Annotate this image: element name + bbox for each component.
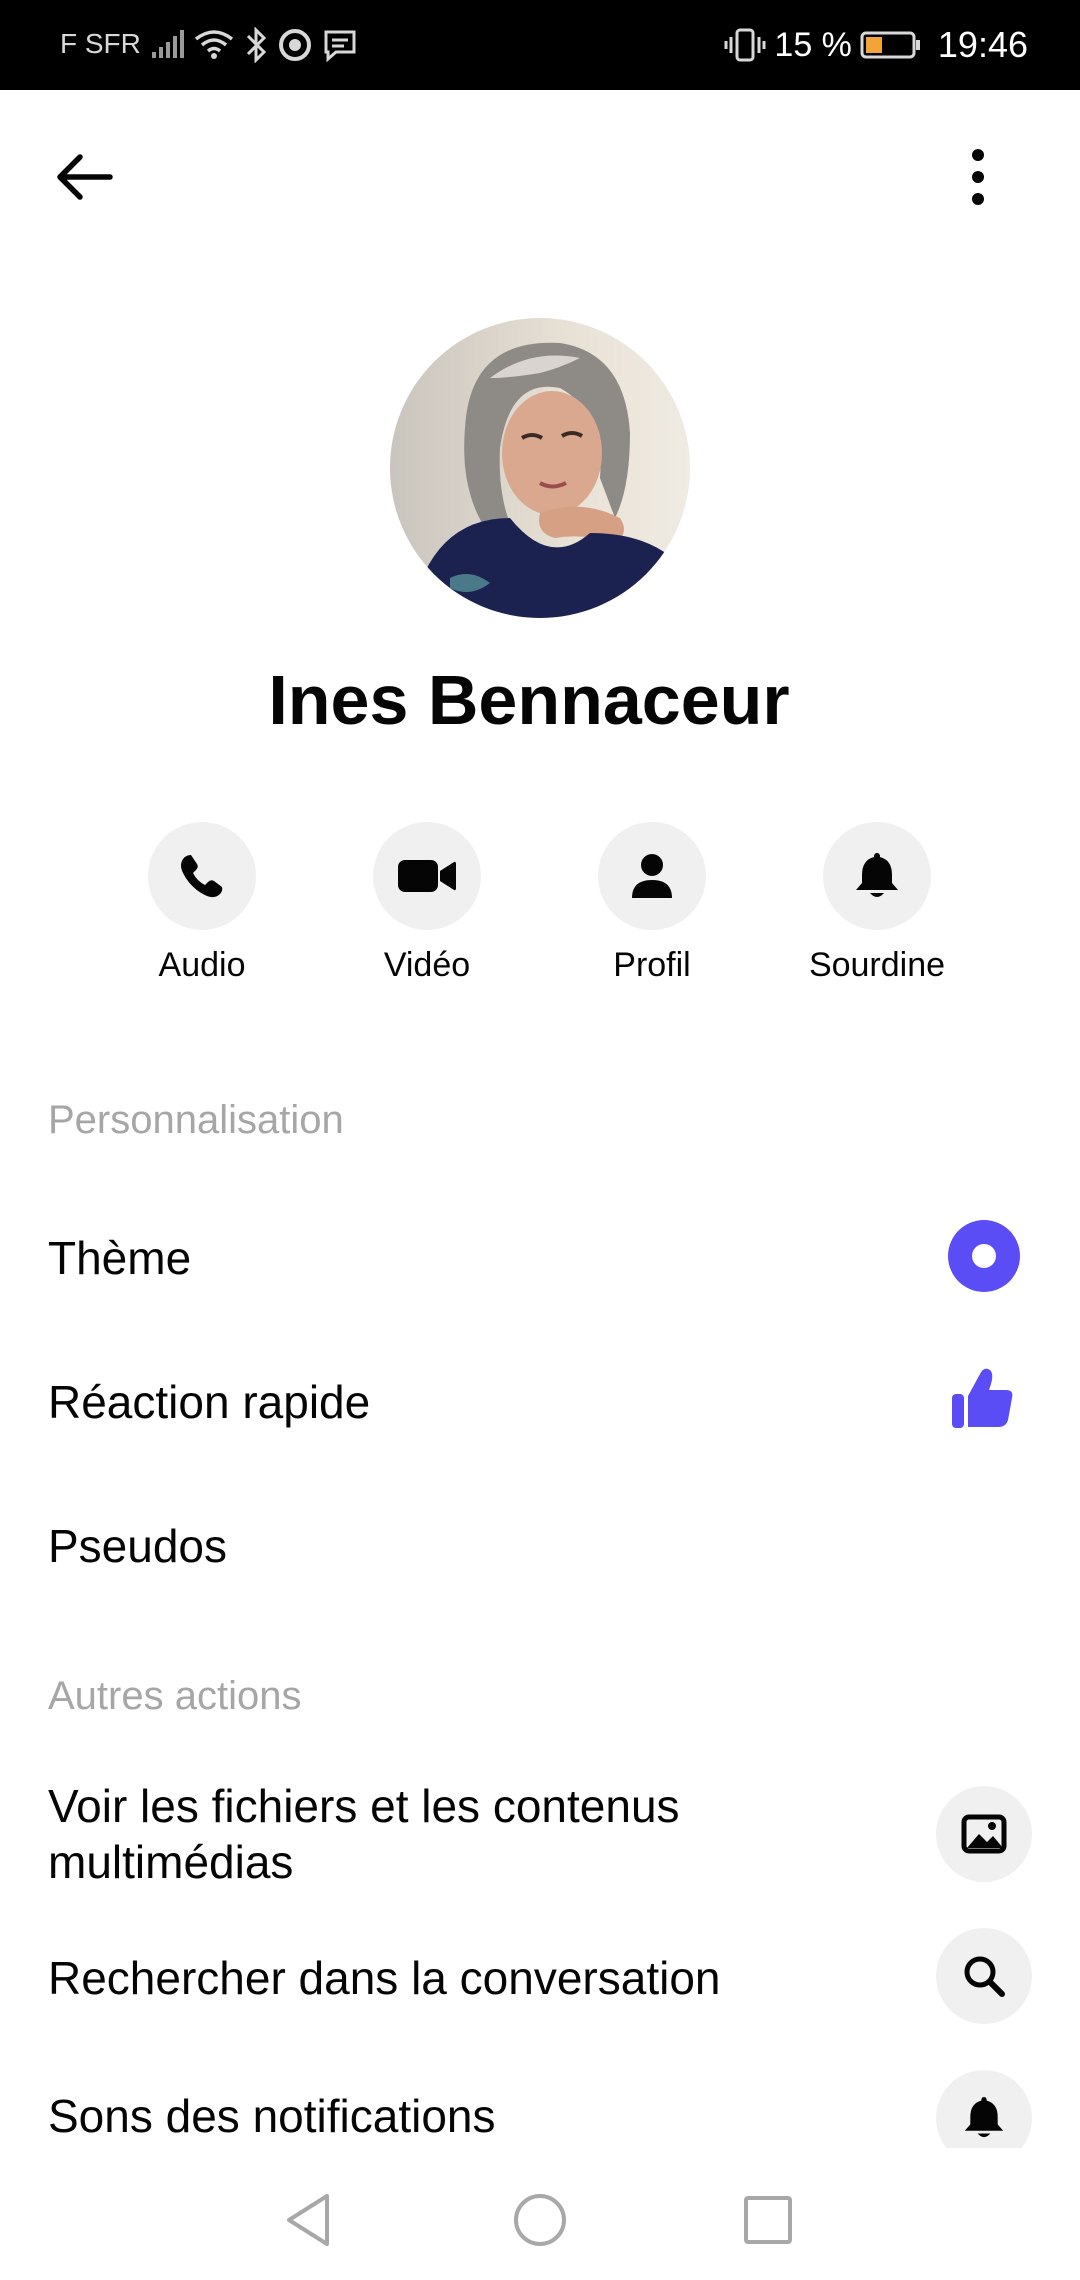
back-button[interactable] [42, 135, 126, 219]
scroll-clip: Sons des notifications [0, 2060, 1080, 2148]
media-files-row[interactable]: Voir les fichiers et les contenus multim… [0, 1776, 1080, 1896]
theme-color-icon [948, 1220, 1020, 1292]
bell-icon [964, 2097, 1004, 2138]
video-camera-icon [398, 860, 456, 892]
nicknames-row[interactable]: Pseudos [0, 1498, 1080, 1594]
theme-color-swatch [948, 1220, 1020, 1292]
profile-label: Profil [613, 946, 691, 984]
notification-sounds-label: Sons des notifications [48, 2090, 496, 2142]
search-icon [964, 1956, 1005, 1997]
notification-bell-wrap [936, 2070, 1032, 2148]
arrow-back-icon [57, 154, 113, 200]
nav-home-button[interactable] [500, 2180, 580, 2260]
carrier-label: F SFR [60, 28, 141, 59]
person-icon [632, 854, 672, 898]
more-options-button[interactable] [948, 135, 1008, 219]
audio-call-button[interactable]: Audio [102, 822, 302, 985]
square-recents-icon [744, 2196, 792, 2244]
theme-row[interactable]: Thème [0, 1210, 1080, 1306]
theme-label: Thème [48, 1232, 192, 1284]
search-icon-wrap [936, 1928, 1032, 2024]
audio-label: Audio [158, 946, 246, 984]
section-title-personalisation: Personnalisation [48, 1098, 344, 1142]
battery-percent: 15 % [774, 25, 852, 64]
video-call-circle[interactable] [373, 822, 481, 930]
phone-icon [181, 855, 223, 898]
audio-call-circle[interactable] [148, 822, 256, 930]
media-files-label: Voir les fichiers et les contenus multim… [48, 1780, 680, 1888]
message-icon [324, 30, 356, 62]
mute-label: Sourdine [808, 946, 946, 984]
status-right: 15 % 19:46 [724, 22, 1028, 68]
quick-reaction-label: Réaction rapide [48, 1376, 371, 1428]
profile-circle[interactable] [598, 822, 706, 930]
bell-icon [856, 853, 898, 897]
nav-recents-button[interactable] [728, 2180, 808, 2260]
more-vertical-icon [972, 149, 984, 205]
chrome-icon [279, 29, 311, 61]
video-call-button[interactable]: Vidéo [327, 822, 527, 985]
video-label: Vidéo [383, 946, 471, 984]
status-bar: F SFR 15 % 19:46 [0, 0, 1080, 90]
thumbs-up-icon [950, 1364, 1016, 1435]
bluetooth-icon [246, 27, 267, 63]
image-icon [961, 1814, 1007, 1854]
avatar[interactable] [390, 318, 690, 618]
nicknames-label: Pseudos [48, 1520, 228, 1572]
search-conversation-label: Rechercher dans la conversation [48, 1952, 721, 2004]
quick-reaction-row[interactable]: Réaction rapide [0, 1354, 1080, 1450]
circle-home-icon [514, 2194, 566, 2246]
mute-circle[interactable] [823, 822, 931, 930]
vibrate-icon [724, 28, 766, 62]
section-title-other-actions: Autres actions [48, 1674, 302, 1718]
profile-button[interactable]: Profil [552, 822, 752, 985]
status-icons [150, 22, 358, 68]
signal-icon [152, 30, 184, 58]
battery-icon [860, 31, 920, 59]
contact-name: Ines Bennaceur [268, 661, 790, 739]
wifi-icon [194, 30, 234, 59]
clock: 19:46 [937, 24, 1028, 65]
system-nav-bar [0, 2150, 1080, 2280]
triangle-back-icon [287, 2194, 329, 2246]
nav-back-button[interactable] [268, 2180, 348, 2260]
notification-sounds-row[interactable]: Sons des notifications [0, 2060, 1080, 2148]
quick-actions: Audio Vidéo Profil Sourdine [0, 822, 1080, 1002]
media-files-icon-wrap [936, 1786, 1032, 1882]
search-conversation-row[interactable]: Rechercher dans la conversation [0, 1926, 1080, 2026]
mute-button[interactable]: Sourdine [777, 822, 977, 985]
profile-photo [390, 318, 690, 618]
